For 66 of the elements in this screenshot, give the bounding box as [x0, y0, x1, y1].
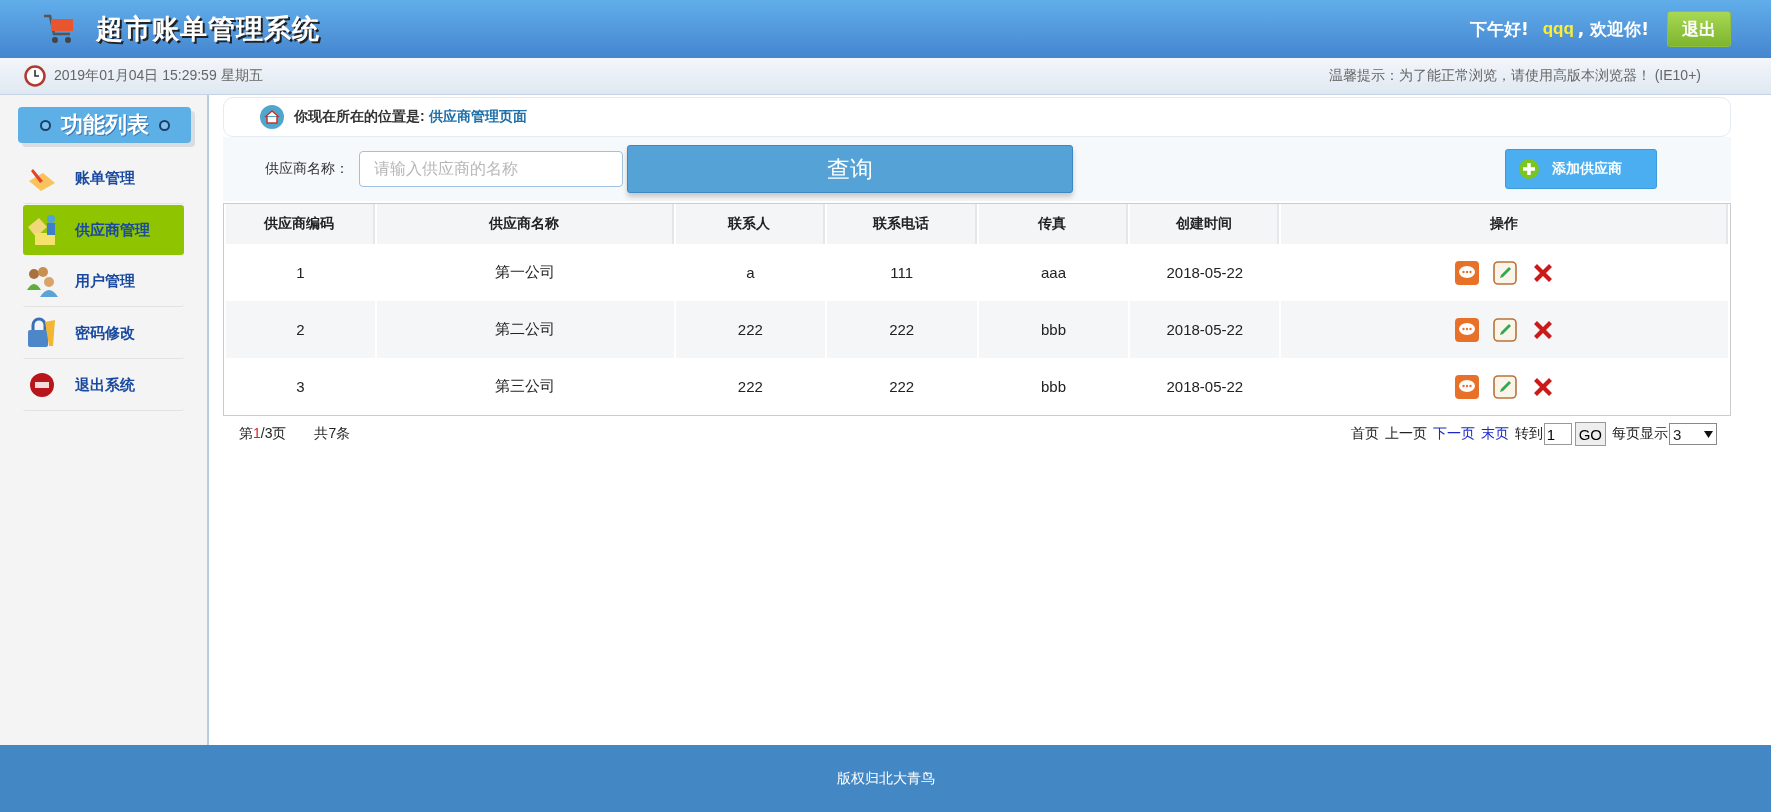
sidebar-item[interactable]: 供应商管理 [23, 205, 184, 255]
app-title: 超市账单管理系统 [96, 12, 320, 46]
sidebar-title: 功能列表 [60, 111, 149, 139]
chat-bubble-icon[interactable] [1454, 374, 1479, 399]
column-header: 创建时间 [1130, 204, 1280, 244]
column-header: 供应商编码 [226, 204, 375, 244]
column-header: 联系电话 [826, 204, 977, 244]
table-cell-text: 3 [295, 377, 306, 397]
table-cell-text: bbb [1039, 320, 1067, 340]
table-cell-text: 2018-05-22 [1165, 263, 1245, 283]
page-size-label: 每页显示 [1612, 425, 1668, 443]
caret-icon [1704, 430, 1713, 438]
users-icon [25, 264, 59, 298]
browser-notice: 温馨提示：为了能正常浏览，请使用高版本浏览器！ (IE10+) [1328, 67, 1701, 85]
page-number-field[interactable]: 1 [1543, 423, 1572, 445]
pagination-link[interactable]: 上一页 [1384, 425, 1427, 443]
table-cell-text: bbb [1039, 377, 1067, 397]
go-button[interactable]: GO [1574, 422, 1606, 446]
table-cell-text: 2 [295, 320, 306, 340]
table-cell-text: 222 [888, 377, 916, 397]
table-cell-text: aaa [1039, 263, 1067, 283]
pagination-link[interactable]: 下一页 [1432, 425, 1475, 443]
table-cell-text: 2018-05-22 [1165, 320, 1245, 340]
home-icon [260, 105, 284, 129]
table-cell-text: 1 [295, 263, 306, 283]
sidebar-item[interactable]: 退出系统 [23, 360, 184, 411]
table-cell-text: 第三公司 [494, 376, 557, 396]
plus-icon [1518, 158, 1540, 180]
total-count: 共7条 [314, 425, 351, 443]
dot-icon [158, 119, 170, 131]
edit-icon[interactable] [1492, 260, 1517, 285]
table-cell-text: 222 [736, 320, 764, 340]
shopping-cart-icon [42, 13, 76, 45]
edit-icon[interactable] [1492, 317, 1517, 342]
username: qqq [1542, 19, 1574, 39]
breadcrumb-text: 你现在所在的位置是: 供应商管理页面 [294, 108, 527, 126]
column-header: 联系人 [676, 204, 825, 244]
page-indicator: 第1/3页 [239, 425, 287, 443]
welcome-text: , 欢迎你! [1577, 17, 1649, 41]
column-header: 操作 [1281, 204, 1728, 244]
table-cell-text: 111 [889, 263, 915, 283]
table-cell-text: 第二公司 [494, 319, 557, 339]
pagination-link[interactable]: 末页 [1480, 425, 1509, 443]
sidebar-item[interactable]: 用户管理 [23, 256, 184, 307]
greeting-text: 下午好! [1469, 17, 1529, 41]
edit-icon[interactable] [1492, 374, 1517, 399]
jump-label: 转到 [1514, 425, 1543, 443]
copyright-text: 版权归北大青鸟 [836, 769, 935, 788]
table-cell-text: 2018-05-22 [1165, 377, 1245, 397]
table-cell-text: a [745, 263, 756, 283]
chat-bubble-icon[interactable] [1454, 260, 1479, 285]
search-label: 供应商名称： [265, 160, 349, 178]
sidebar-item[interactable]: 密码修改 [23, 308, 184, 359]
page-size-select[interactable]: 3 [1669, 423, 1717, 445]
datetime-text: 2019年01月04日 15:29:59 星期五 [54, 67, 263, 85]
chat-bubble-icon[interactable] [1454, 317, 1479, 342]
sidebar-item[interactable]: 账单管理 [23, 153, 184, 204]
pagination-link[interactable]: 首页 [1350, 425, 1379, 443]
clock-icon [24, 65, 46, 87]
supplier-name-field[interactable]: 请输入供应商的名称 [359, 151, 623, 187]
table-cell-text: 222 [736, 377, 764, 397]
table-cell-text: 222 [888, 320, 916, 340]
column-header: 传真 [978, 204, 1129, 244]
table-cell-text: 第一公司 [494, 262, 557, 282]
dot-icon [39, 119, 51, 131]
column-header: 供应商名称 [376, 204, 674, 244]
